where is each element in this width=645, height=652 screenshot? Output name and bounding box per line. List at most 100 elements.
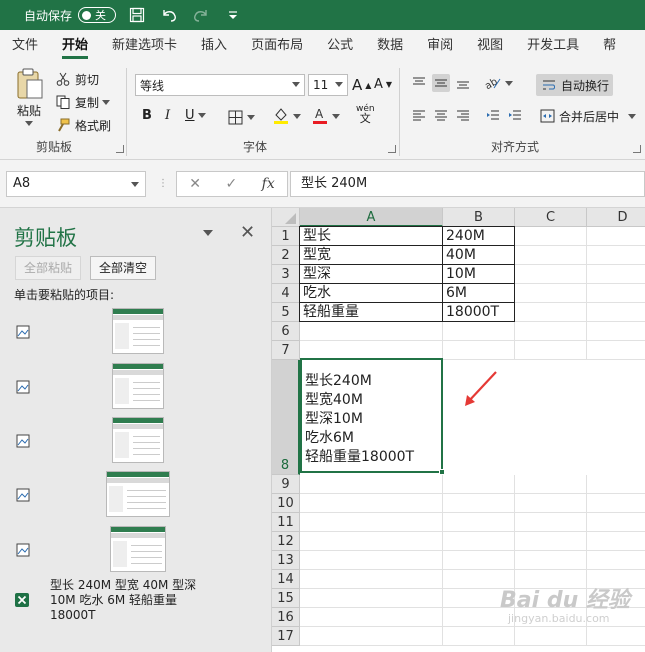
cell-d5[interactable] — [587, 303, 645, 322]
column-header-b[interactable]: B — [443, 208, 515, 227]
cell-a17[interactable] — [300, 627, 443, 646]
cell-d12[interactable] — [587, 532, 645, 551]
cell-b5[interactable]: 18000T — [442, 302, 515, 322]
phonetic-guide-button[interactable]: wén 文 — [356, 105, 375, 125]
row-header-14[interactable]: 14 — [272, 570, 300, 589]
clipboard-text-item[interactable]: 型长 240M 型宽 40M 型深 10M 吃水 6M 轻船重量 18000T — [50, 578, 210, 623]
cell-a2[interactable]: 型宽 — [299, 245, 443, 265]
borders-button[interactable] — [226, 108, 255, 126]
align-bottom-button[interactable] — [454, 74, 472, 92]
cell-b3[interactable]: 10M — [442, 264, 515, 284]
cell-d13[interactable] — [587, 551, 645, 570]
tab-page-layout[interactable]: 页面布局 — [239, 30, 315, 62]
cell-a15[interactable] — [300, 589, 443, 608]
increase-indent-button[interactable] — [506, 107, 524, 125]
cell-d2[interactable] — [587, 246, 645, 265]
cell-c2[interactable] — [515, 246, 587, 265]
align-top-button[interactable] — [410, 74, 428, 92]
cell-b12[interactable] — [443, 532, 515, 551]
clipboard-item[interactable] — [14, 526, 264, 576]
cell-c1[interactable] — [515, 227, 587, 246]
column-header-a[interactable]: A — [300, 208, 443, 227]
formula-input[interactable]: 型长 240M — [290, 171, 645, 197]
row-header-15[interactable]: 15 — [272, 589, 300, 608]
cell-a11[interactable] — [300, 513, 443, 532]
tab-home[interactable]: 开始 — [50, 30, 100, 62]
italic-button[interactable]: I — [165, 108, 170, 123]
cell-c9[interactable] — [515, 475, 587, 494]
customize-qat-icon[interactable] — [222, 4, 244, 26]
tab-data[interactable]: 数据 — [365, 30, 415, 62]
splitter-handle[interactable]: ⋮ — [158, 178, 168, 189]
alignment-launcher-icon[interactable] — [633, 145, 641, 153]
underline-button[interactable]: U — [185, 108, 206, 123]
row-header-11[interactable]: 11 — [272, 513, 300, 532]
insert-function-icon[interactable]: fx — [262, 176, 275, 192]
cell-a14[interactable] — [300, 570, 443, 589]
enter-icon[interactable]: ✓ — [225, 176, 237, 192]
cell-c11[interactable] — [515, 513, 587, 532]
row-header-8[interactable]: 8 — [272, 360, 300, 475]
tab-review[interactable]: 审阅 — [415, 30, 465, 62]
row-header-1[interactable]: 1 — [272, 227, 300, 246]
tab-developer[interactable]: 开发工具 — [515, 30, 591, 62]
cell-c5[interactable] — [515, 303, 587, 322]
cell-a6[interactable] — [300, 322, 443, 341]
cancel-icon[interactable]: ✕ — [189, 176, 201, 192]
tab-new-tab[interactable]: 新建选项卡 — [100, 30, 189, 62]
cell-d3[interactable] — [587, 265, 645, 284]
close-icon[interactable]: ✕ — [240, 222, 255, 243]
cell-a8[interactable]: 型长240M 型宽40M 型深10M 吃水6M 轻船重量18000T — [300, 358, 445, 475]
cell-b13[interactable] — [443, 551, 515, 570]
tab-insert[interactable]: 插入 — [189, 30, 239, 62]
select-all-corner[interactable] — [272, 208, 300, 227]
bold-button[interactable]: B — [142, 108, 152, 123]
cell-d17[interactable] — [587, 627, 645, 646]
cell-d7[interactable] — [587, 341, 645, 360]
undo-icon[interactable] — [158, 4, 180, 26]
format-painter-button[interactable]: 格式刷 — [54, 116, 111, 134]
column-header-c[interactable]: C — [515, 208, 587, 227]
cell-b9[interactable] — [443, 475, 515, 494]
cell-d4[interactable] — [587, 284, 645, 303]
cell-a3[interactable]: 型深 — [299, 264, 443, 284]
cell-a16[interactable] — [300, 608, 443, 627]
row-header-17[interactable]: 17 — [272, 627, 300, 646]
save-icon[interactable] — [126, 4, 148, 26]
font-size-select[interactable]: 11 — [308, 74, 348, 96]
orientation-button[interactable]: ab — [484, 74, 513, 92]
cell-c4[interactable] — [515, 284, 587, 303]
decrease-indent-button[interactable] — [484, 107, 502, 125]
cell-c13[interactable] — [515, 551, 587, 570]
row-header-2[interactable]: 2 — [272, 246, 300, 265]
cell-c10[interactable] — [515, 494, 587, 513]
align-left-button[interactable] — [410, 107, 428, 125]
cut-button[interactable]: 剪切 — [54, 70, 99, 88]
cell-b1[interactable]: 240M — [442, 226, 515, 246]
cell-b6[interactable] — [443, 322, 515, 341]
cell-a12[interactable] — [300, 532, 443, 551]
row-header-6[interactable]: 6 — [272, 322, 300, 341]
cell-b4[interactable]: 6M — [442, 283, 515, 303]
tab-file[interactable]: 文件 — [0, 30, 50, 62]
name-box[interactable]: A8 — [6, 171, 146, 197]
row-header-12[interactable]: 12 — [272, 532, 300, 551]
pane-options-icon[interactable] — [203, 230, 213, 236]
tab-help[interactable]: 帮 — [591, 30, 628, 62]
clipboard-item[interactable] — [14, 417, 264, 467]
fill-handle[interactable] — [439, 469, 445, 475]
cell-a10[interactable] — [300, 494, 443, 513]
tab-formulas[interactable]: 公式 — [315, 30, 365, 62]
cell-a5[interactable]: 轻船重量 — [299, 302, 443, 322]
cell-c3[interactable] — [515, 265, 587, 284]
merge-center-button[interactable]: 合并后居中 — [538, 107, 637, 125]
font-color-button[interactable]: A — [311, 107, 340, 125]
font-launcher-icon[interactable] — [388, 145, 396, 153]
cell-d11[interactable] — [587, 513, 645, 532]
row-header-4[interactable]: 4 — [272, 284, 300, 303]
cell-a13[interactable] — [300, 551, 443, 570]
column-header-d[interactable]: D — [587, 208, 645, 227]
clipboard-item[interactable] — [14, 363, 264, 413]
cell-c7[interactable] — [515, 341, 587, 360]
font-name-select[interactable]: 等线 — [135, 74, 305, 96]
